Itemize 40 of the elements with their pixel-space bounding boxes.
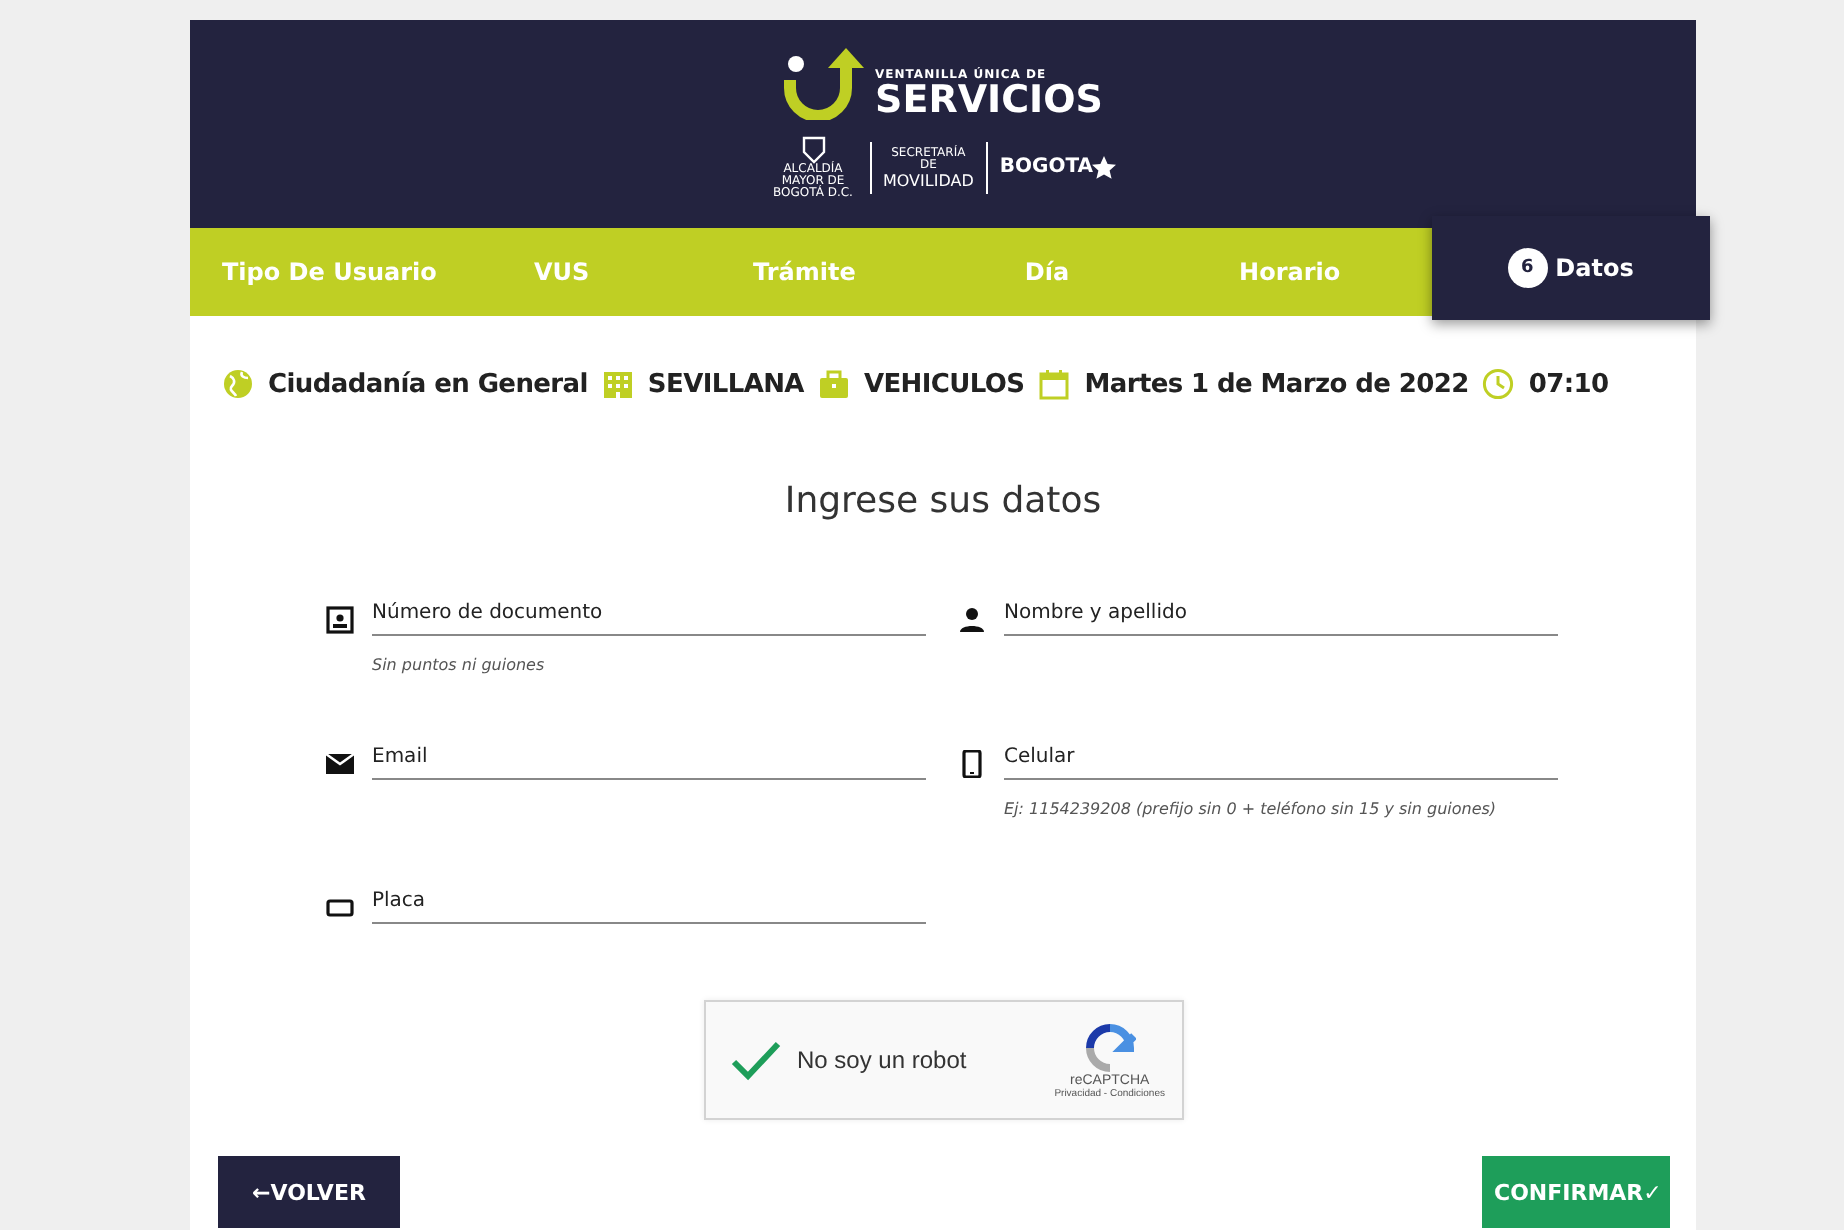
person-icon [958, 606, 986, 634]
checkmark-icon[interactable] [729, 1038, 781, 1082]
briefcase-icon [817, 368, 850, 400]
step-tab[interactable]: Trámite [683, 228, 926, 316]
text-field[interactable]: Número de documento [372, 598, 926, 636]
step-tab[interactable]: Día [925, 228, 1169, 316]
field-hint: Sin puntos ni guiones [372, 656, 547, 674]
phone-icon [958, 750, 986, 778]
captcha-label: No soy un robot [797, 1046, 969, 1074]
clock-icon [1482, 368, 1515, 400]
partner-title: BOGOTA [999, 156, 1093, 178]
mail-icon [326, 750, 354, 778]
summary-text: SEVILLANA [647, 369, 804, 399]
summary-text: 07:10 [1528, 369, 1609, 399]
shield-icon [799, 136, 827, 164]
plate-icon [326, 894, 354, 922]
summary-text: Ciudadanía en General [268, 369, 588, 399]
refresh-arrows-icon [1083, 1021, 1136, 1073]
text-field[interactable]: Placa [372, 886, 926, 924]
text-field[interactable]: Nombre y apellido [1004, 598, 1558, 636]
step-tab[interactable]: VUS [440, 228, 684, 316]
step-tab[interactable]: Horario [1168, 228, 1411, 316]
calendar-icon [1038, 368, 1071, 400]
star-icon [1092, 156, 1117, 180]
back-button[interactable]: ←VOLVER [218, 1156, 400, 1228]
logo-title: SERVICIOS [875, 82, 1103, 120]
globe-icon [222, 368, 254, 400]
field-hint: Ej: 1154239208 (prefijo sin 0 + teléfono sin 15 y sin guiones) [1004, 800, 1499, 818]
summary-text: VEHICULOS [863, 369, 1025, 399]
form-title: Ingrese sus datos [782, 480, 1104, 522]
id-card-icon [326, 606, 354, 634]
text-field[interactable]: Celular [1004, 742, 1558, 780]
step-tab[interactable]: Tipo De Usuario [190, 228, 441, 316]
u-arrow-logo-icon [783, 48, 864, 120]
summary-text: Martes 1 de Marzo de 2022 [1084, 369, 1469, 399]
partner-title: MOVILIDAD [883, 171, 974, 189]
confirm-button[interactable]: CONFIRMAR✓ [1482, 1156, 1670, 1228]
building-icon [601, 368, 634, 400]
step-tab[interactable]: 6 Datos [1431, 216, 1711, 320]
text-field[interactable]: Email [372, 742, 926, 780]
